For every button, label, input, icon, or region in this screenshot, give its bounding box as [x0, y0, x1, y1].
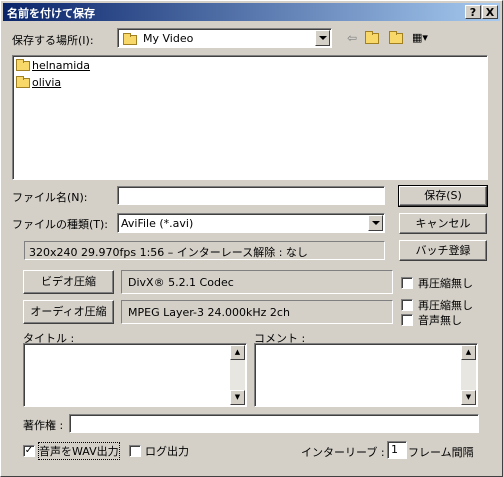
wav-output-checkbox[interactable]: ✓: [23, 445, 35, 457]
filename-input[interactable]: [117, 186, 385, 205]
copyright-label: 著作権 :: [23, 419, 64, 432]
comment-scrollbar[interactable]: ▲ ▼: [461, 345, 476, 405]
batch-button[interactable]: バッチ登録: [399, 240, 487, 261]
video-codec: DivX® 5.2.1 Codec: [128, 276, 234, 289]
new-folder-icon[interactable]: [388, 29, 406, 47]
help-button[interactable]: ?: [465, 5, 481, 19]
save-as-dialog: 名前を付けて保存 ? X 保存する場所(I): My Video ⇦ ▦▾ he…: [0, 0, 503, 477]
folder-icon: [16, 76, 30, 88]
chevron-down-icon[interactable]: [315, 30, 330, 46]
audio-no-recompress-checkbox[interactable]: [401, 299, 413, 311]
save-button[interactable]: 保存(S): [398, 185, 488, 207]
video-no-recompress-checkbox[interactable]: [401, 277, 413, 289]
copyright-input[interactable]: [69, 414, 479, 433]
view-menu-icon[interactable]: ▦▾: [411, 29, 429, 47]
file-name: helnamida: [32, 59, 91, 72]
back-arrow-icon[interactable]: ⇦: [343, 29, 361, 47]
scroll-up-icon[interactable]: ▲: [230, 345, 245, 360]
video-compress-button[interactable]: ビデオ圧縮: [23, 270, 114, 294]
location-value: My Video: [143, 32, 194, 45]
location-combo[interactable]: My Video: [117, 28, 332, 48]
interleave-value: 1: [391, 443, 398, 456]
filetype-label: ファイルの種類(T):: [12, 218, 109, 231]
up-folder-icon[interactable]: [364, 29, 382, 47]
filename-label: ファイル名(N):: [12, 191, 88, 204]
title-bar: 名前を付けて保存 ? X: [3, 3, 500, 21]
audio-codec-field: MPEG Layer-3 24.000kHz 2ch: [121, 300, 393, 324]
log-output-label: ログ出力: [145, 445, 189, 458]
scroll-down-icon[interactable]: ▼: [230, 390, 245, 405]
location-label: 保存する場所(I):: [12, 34, 94, 47]
audio-no-recompress-label: 再圧縮無し: [418, 299, 473, 312]
scroll-up-icon[interactable]: ▲: [461, 345, 476, 360]
close-button[interactable]: X: [482, 5, 498, 19]
file-name: olivia: [32, 76, 62, 89]
interleave-input[interactable]: 1: [387, 441, 407, 459]
interleave-unit: フレーム間隔: [408, 446, 474, 459]
interleave-label: インターリーブ :: [301, 446, 385, 459]
filetype-select[interactable]: AviFile (*.avi): [117, 213, 385, 233]
chevron-down-icon[interactable]: [368, 215, 383, 231]
log-output-checkbox[interactable]: [129, 445, 141, 457]
info-text: 320x240 29.970fps 1:56 – インターレース解除 : なし: [29, 246, 308, 259]
window-title: 名前を付けて保存: [7, 7, 95, 20]
cancel-button[interactable]: キャンセル: [399, 213, 487, 234]
scroll-down-icon[interactable]: ▼: [461, 390, 476, 405]
wav-output-label: 音声をWAV出力: [38, 442, 120, 460]
file-list[interactable]: helnamida olivia: [12, 55, 488, 180]
title-textarea[interactable]: ▲ ▼: [23, 343, 247, 407]
comment-textarea[interactable]: ▲ ▼: [254, 343, 478, 407]
audio-compress-button[interactable]: オーディオ圧縮: [23, 300, 114, 324]
no-audio-label: 音声無し: [418, 314, 462, 327]
filetype-value: AviFile (*.avi): [121, 217, 194, 230]
video-codec-field: DivX® 5.2.1 Codec: [121, 270, 393, 294]
list-item[interactable]: olivia: [16, 76, 61, 89]
title-scrollbar[interactable]: ▲ ▼: [230, 345, 245, 405]
list-item[interactable]: helnamida: [16, 59, 90, 72]
no-audio-checkbox[interactable]: [401, 314, 413, 326]
info-panel: 320x240 29.970fps 1:56 – インターレース解除 : なし: [24, 241, 385, 260]
folder-icon: [123, 33, 139, 46]
audio-codec: MPEG Layer-3 24.000kHz 2ch: [128, 306, 290, 319]
folder-icon: [16, 59, 30, 71]
video-no-recompress-label: 再圧縮無し: [418, 277, 473, 290]
